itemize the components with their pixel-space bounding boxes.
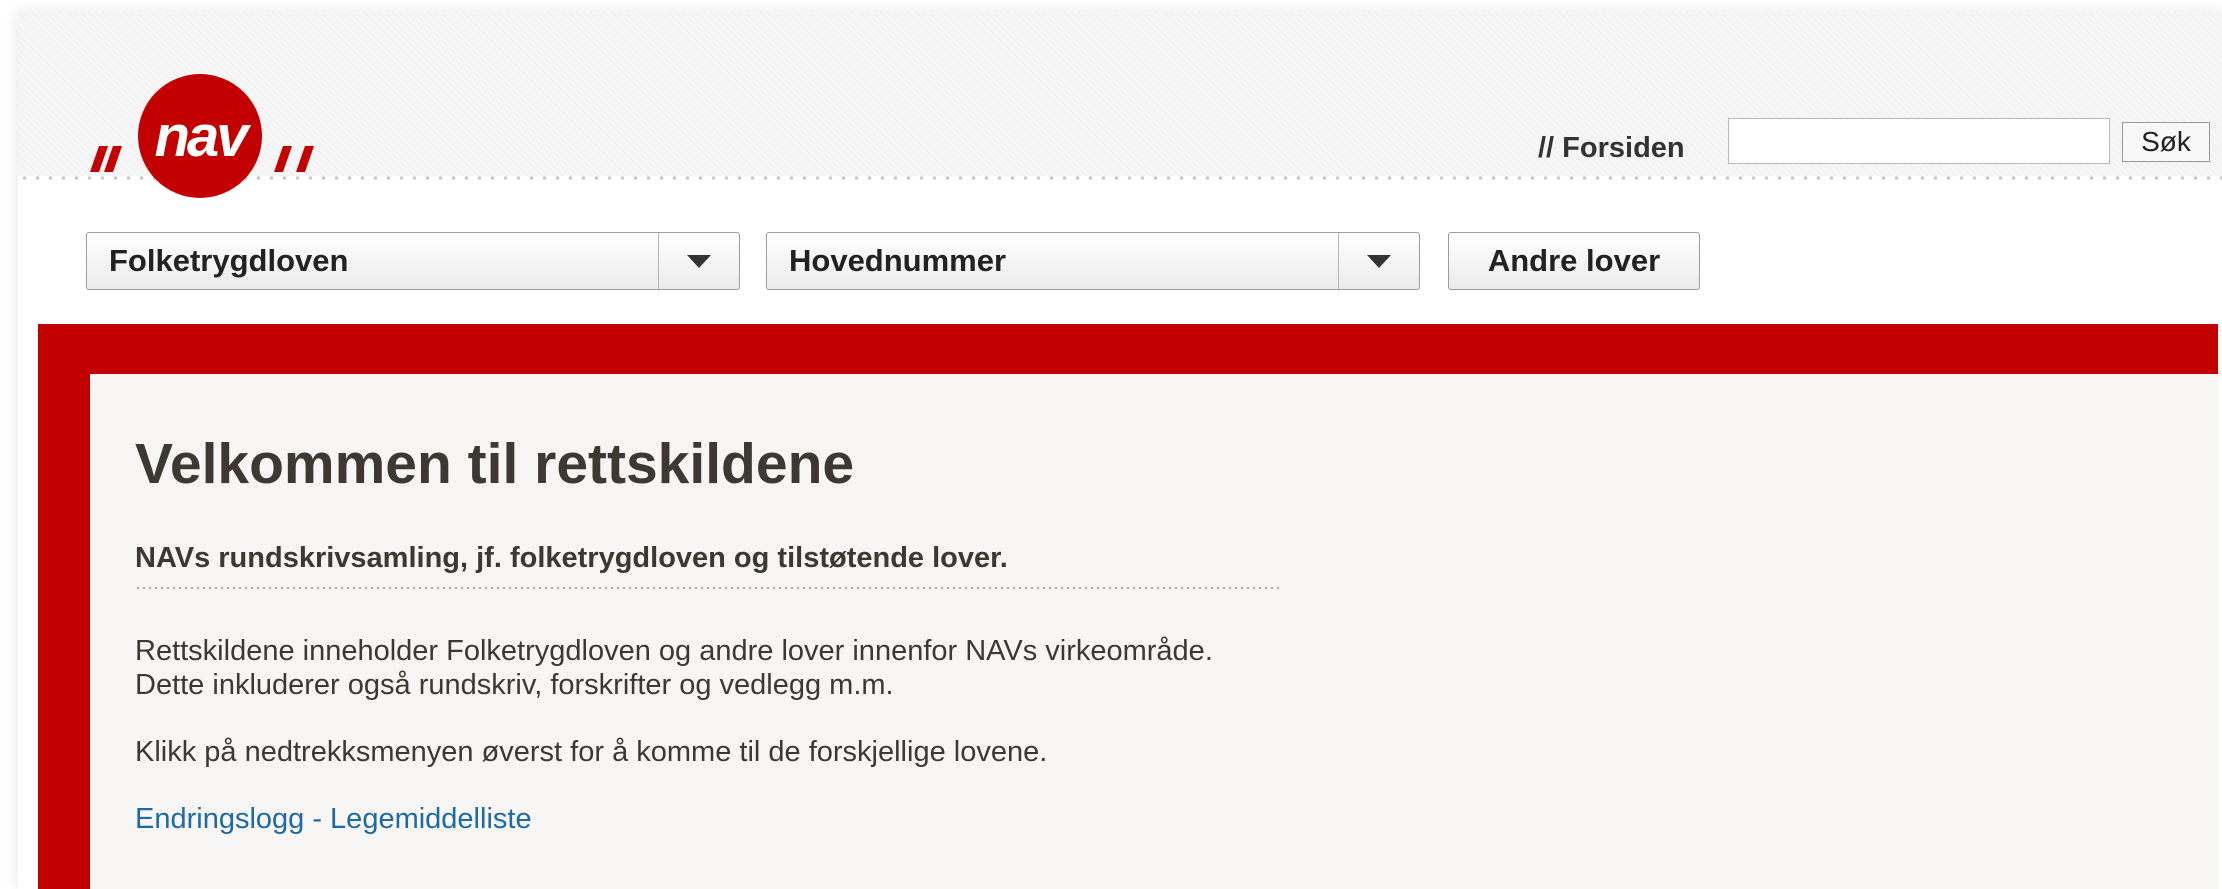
intro-text-line-2: Dette inkluderer også rundskriv, forskri… [135, 669, 894, 701]
logo-wordmark: nav [155, 104, 252, 169]
page-title: Velkommen til rettskildene [135, 432, 855, 496]
page-subtitle: NAVs rundskrivsamling, jf. folketrygdlov… [135, 542, 1008, 574]
law-select-value: Folketrygdloven [109, 243, 349, 278]
chevron-down-icon [1367, 255, 1391, 268]
site-frame: nav // Forsiden Søk Folketrygdloven Hove… [18, 12, 2222, 889]
changelog-link[interactable]: Endringslogg - Legemiddelliste [135, 802, 532, 836]
chapter-select[interactable]: Hovednummer [766, 232, 1420, 290]
instruction-text: Klikk på nedtrekksmenyen øverst for å ko… [135, 736, 1048, 768]
subtitle-divider [135, 587, 1281, 589]
nav-logo-icon: nav [90, 74, 314, 198]
intro-text-line-1: Rettskildene inneholder Folketrygdloven … [135, 635, 1213, 667]
page: nav // Forsiden Søk Folketrygdloven Hove… [0, 0, 2222, 889]
nav-logo[interactable]: nav [88, 70, 318, 210]
chapter-select-value: Hovednummer [789, 243, 1007, 278]
chevron-down-icon [687, 255, 711, 268]
chapter-select-dropdown-button[interactable] [1338, 233, 1419, 289]
forsiden-link[interactable]: // Forsiden [1538, 132, 1685, 165]
law-select[interactable]: Folketrygdloven [86, 232, 740, 290]
other-laws-button[interactable]: Andre lover [1448, 232, 1700, 290]
law-select-dropdown-button[interactable] [658, 233, 739, 289]
search-button[interactable]: Søk [2122, 122, 2210, 162]
search-input[interactable] [1728, 118, 2110, 164]
header-divider [18, 176, 2222, 180]
